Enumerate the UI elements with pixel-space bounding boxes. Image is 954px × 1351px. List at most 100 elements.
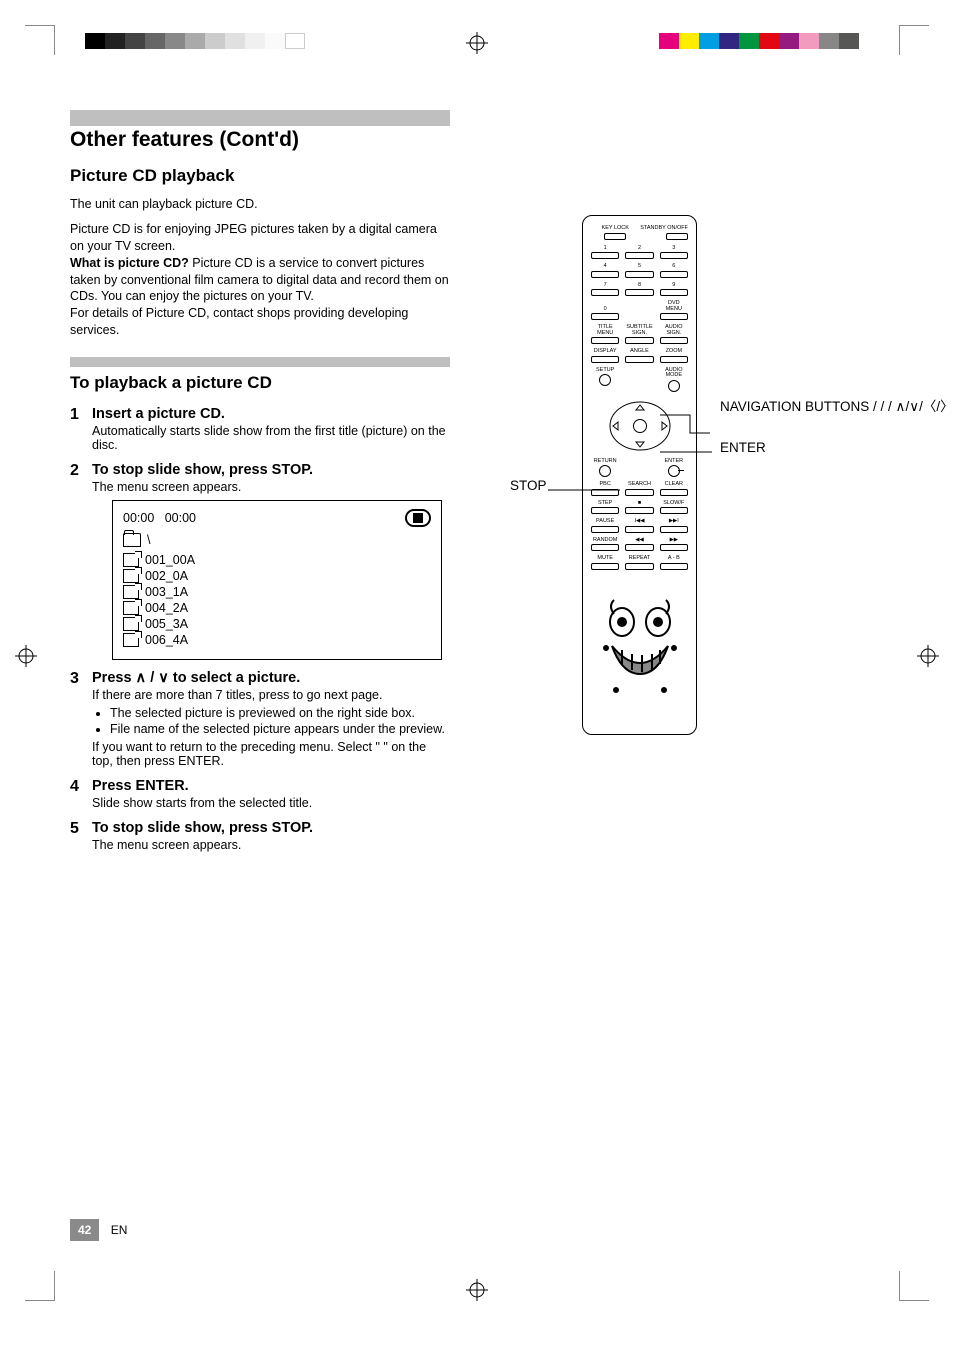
slow-button[interactable] [660,507,688,514]
num-3-button[interactable] [660,252,688,259]
button-label: 0 [604,307,607,313]
button-label: TITLE MENU [591,325,619,336]
title-menu-button[interactable] [591,337,619,344]
nav-down-icon: ∨ [909,399,919,414]
step-list: Insert a picture CD. Automatically start… [70,406,450,852]
grayscale-bar [85,33,305,49]
random-button[interactable] [591,544,619,551]
step-item: To stop slide show, press STOP. The menu… [70,820,450,852]
subsection-title: Picture CD playback [70,166,450,186]
subtitle-button[interactable] [625,337,653,344]
step-heading: Press ∧ / ∨ to select a picture. [92,670,450,686]
callout-label: STOP [510,478,547,493]
step-note: If there are more than 7 titles, press t… [92,688,450,702]
button-label: AUDIO SIGN. [660,325,688,336]
dvd-menu-button[interactable] [660,313,688,320]
button-label: KEY LOCK [602,226,629,232]
text: Picture CD is for enjoying JPEG pictures… [70,222,437,253]
num-2-button[interactable] [625,252,653,259]
num-4-button[interactable] [591,271,619,278]
file-name: 005_3A [145,617,188,631]
question-label: What is picture CD? [70,256,189,270]
step-note: The menu screen appears. [92,838,450,852]
button-label: SEARCH [628,482,651,488]
text: Press [92,670,136,686]
image-file-icon [123,601,139,615]
rew-button[interactable] [625,544,653,551]
cartoon-face-icon [591,592,688,702]
angle-button[interactable] [625,356,653,363]
page-content: Other features (Cont'd) Picture CD playb… [70,110,884,1241]
navigation-pad[interactable] [601,397,679,455]
button-label: RANDOM [593,538,617,544]
button-label: ▶▶I [669,519,679,525]
keylock-button[interactable] [604,233,626,240]
subsection-title: To playback a picture CD [70,357,450,393]
button-label: ▶▶ [670,538,678,544]
registration-crosshair-icon [466,32,488,54]
search-button[interactable] [625,489,653,496]
file-name: 003_1A [145,585,188,599]
step-button[interactable] [591,507,619,514]
nav-up-icon: ∧ [896,399,906,414]
step-item: Insert a picture CD. Automatically start… [70,406,450,452]
bullet-item: File name of the selected picture appear… [110,722,450,736]
crop-corner-bottom-left [25,1271,55,1301]
enter-round-button[interactable] [668,465,680,477]
step-item: Press ENTER. Slide show starts from the … [70,778,450,810]
remote-diagram: STOP NAVIGATION BUTTONS / / / ∧/∨/〈/〉 EN… [510,215,890,755]
button-label: SETUP [596,368,614,374]
num-5-button[interactable] [625,271,653,278]
prev-button[interactable] [625,526,653,533]
button-label: SLOW/F [663,501,684,507]
enter-button[interactable] [633,419,647,433]
nav-right-icon: 〉 [940,399,954,414]
num-8-button[interactable] [625,289,653,296]
page-footer: 42 EN [70,1219,127,1241]
list-item: 003_1A [123,585,431,599]
nav-down-icon: ∨ [158,670,169,686]
file-name: 002_0A [145,569,188,583]
button-label: I◀◀ [634,519,644,525]
repeat-button[interactable] [625,563,653,570]
button-label: PAUSE [596,519,614,525]
num-6-button[interactable] [660,271,688,278]
button-label: CLEAR [665,482,683,488]
registration-crosshair-icon [15,645,37,667]
num-0-button[interactable] [591,313,619,320]
stop-button[interactable] [625,507,653,514]
button-label: STEP [598,501,612,507]
num-9-button[interactable] [660,289,688,296]
button-label: STANDBY ON/OFF [640,226,688,232]
standby-button[interactable] [666,233,688,240]
list-item: 002_0A [123,569,431,583]
return-button[interactable] [599,465,611,477]
right-column: STOP NAVIGATION BUTTONS / / / ∧/∨/〈/〉 EN… [510,215,884,755]
list-item: 006_4A [123,633,431,647]
clear-button[interactable] [660,489,688,496]
callout-label: NAVIGATION BUTTONS / / / ∧/∨/〈/〉 [720,395,954,415]
mute-button[interactable] [591,563,619,570]
folder-row: \ [123,533,431,547]
num-1-button[interactable] [591,252,619,259]
callout-label: ENTER [720,440,766,455]
button-label: 4 [604,264,607,270]
audio-sign-button[interactable] [660,337,688,344]
setup-button[interactable] [599,374,611,386]
next-button[interactable] [660,526,688,533]
step-item: To stop slide show, press STOP. The menu… [70,462,450,660]
registration-crosshair-icon [917,645,939,667]
pause-button[interactable] [591,526,619,533]
paragraph: The unit can playback picture CD. [70,196,450,213]
num-7-button[interactable] [591,289,619,296]
pbc-button[interactable] [591,489,619,496]
ab-repeat-button[interactable] [660,563,688,570]
footer-label: EN [111,1223,128,1237]
zoom-button[interactable] [660,356,688,363]
display-button[interactable] [591,356,619,363]
step-heading: Insert a picture CD. [92,406,450,422]
ff-button[interactable] [660,544,688,551]
list-item: 005_3A [123,617,431,631]
button-label: ◀◀ [635,538,643,544]
audio-mode-button[interactable] [668,380,680,392]
